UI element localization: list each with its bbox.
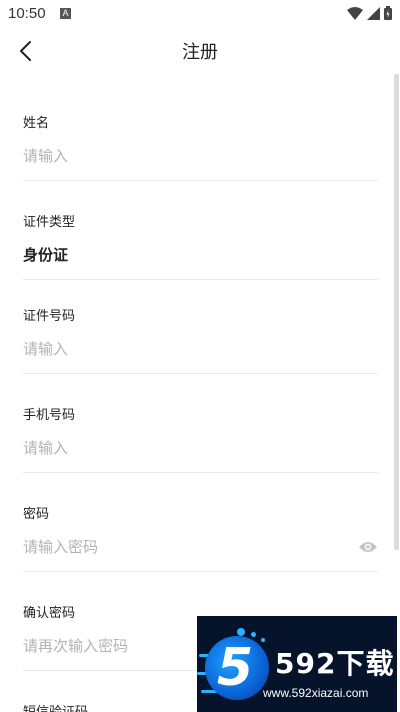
status-bar: 10:50 A: [0, 0, 400, 28]
id-type-label: 证件类型: [23, 215, 76, 230]
divider: [23, 373, 378, 374]
watermark-logo: 5 592下载 www.592xiazai.com: [197, 616, 397, 712]
id-number-field: 证件号码: [23, 308, 378, 374]
watermark-brand: 592下载: [275, 647, 395, 680]
watermark-dot: [261, 638, 265, 642]
name-input[interactable]: [23, 141, 378, 171]
phone-input[interactable]: [23, 433, 378, 463]
app-bar: 注册: [0, 28, 400, 74]
divider: [23, 571, 378, 572]
watermark-dot: [237, 628, 245, 636]
watermark-digit: 5: [217, 638, 254, 698]
status-time: 10:50: [8, 5, 46, 22]
signal-icon: [367, 6, 380, 20]
wifi-icon: [347, 6, 363, 20]
password-label: 密码: [23, 507, 50, 522]
divider: [23, 180, 378, 181]
divider: [23, 279, 378, 280]
password-field: 密码: [23, 506, 378, 572]
divider: [23, 472, 378, 473]
battery-icon: [384, 6, 392, 20]
id-number-input[interactable]: [23, 334, 378, 364]
eye-icon[interactable]: [358, 540, 378, 554]
status-icons: [347, 6, 392, 20]
id-number-label: 证件号码: [23, 309, 76, 324]
page-title: 注册: [182, 42, 218, 63]
phone-field: 手机号码: [23, 407, 378, 473]
watermark-url: www.592xiazai.com: [263, 686, 369, 700]
id-type-field[interactable]: 证件类型 身份证: [23, 214, 378, 280]
notification-a-icon: A: [60, 8, 71, 19]
password-input[interactable]: [23, 532, 343, 562]
scrollbar[interactable]: [394, 74, 399, 550]
name-label: 姓名: [23, 116, 50, 131]
name-field: 姓名: [23, 115, 378, 181]
phone-label: 手机号码: [23, 408, 76, 423]
id-type-select[interactable]: 身份证: [23, 244, 68, 265]
